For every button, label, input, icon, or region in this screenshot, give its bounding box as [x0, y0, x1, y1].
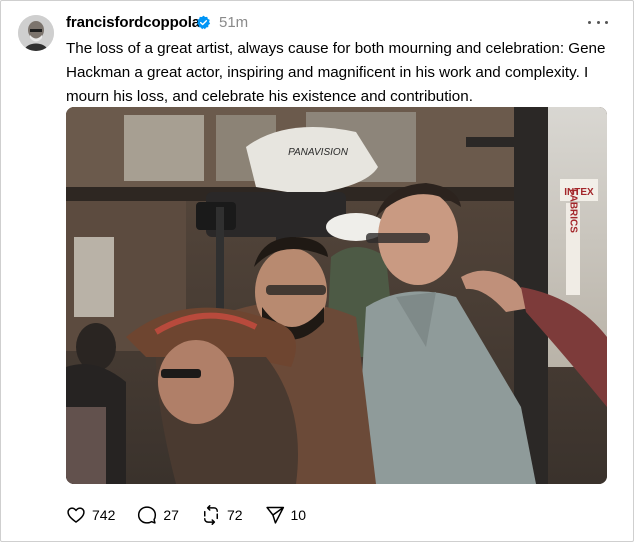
post-text: The loss of a great artist, always cause…	[66, 40, 606, 105]
comment-icon	[138, 506, 157, 524]
repost-button[interactable]: 72	[201, 505, 243, 525]
avatar[interactable]	[18, 15, 54, 51]
like-count: 742	[92, 507, 116, 523]
post-actions: 742 27 72 10	[66, 504, 328, 526]
post-time[interactable]: 51m	[219, 14, 248, 31]
heart-icon	[67, 507, 85, 523]
post-photo[interactable]: INTEX FABRICS PANAVISION	[66, 107, 607, 484]
username[interactable]: francisfordcoppola	[66, 14, 200, 31]
reply-count: 27	[163, 507, 179, 523]
film-set-photo: INTEX FABRICS PANAVISION	[66, 107, 607, 484]
camera-brand-text: PANAVISION	[288, 147, 349, 158]
share-count: 10	[290, 507, 307, 523]
send-icon	[265, 506, 284, 524]
sign-text-2: FABRICS	[568, 189, 579, 233]
repost-icon	[203, 505, 218, 525]
more-options-icon[interactable]	[588, 14, 608, 30]
share-button[interactable]: 10	[265, 505, 307, 525]
like-button[interactable]: 742	[66, 505, 115, 525]
reply-button[interactable]: 27	[137, 505, 179, 525]
verified-badge-icon	[196, 15, 211, 30]
repost-count: 72	[226, 507, 243, 523]
